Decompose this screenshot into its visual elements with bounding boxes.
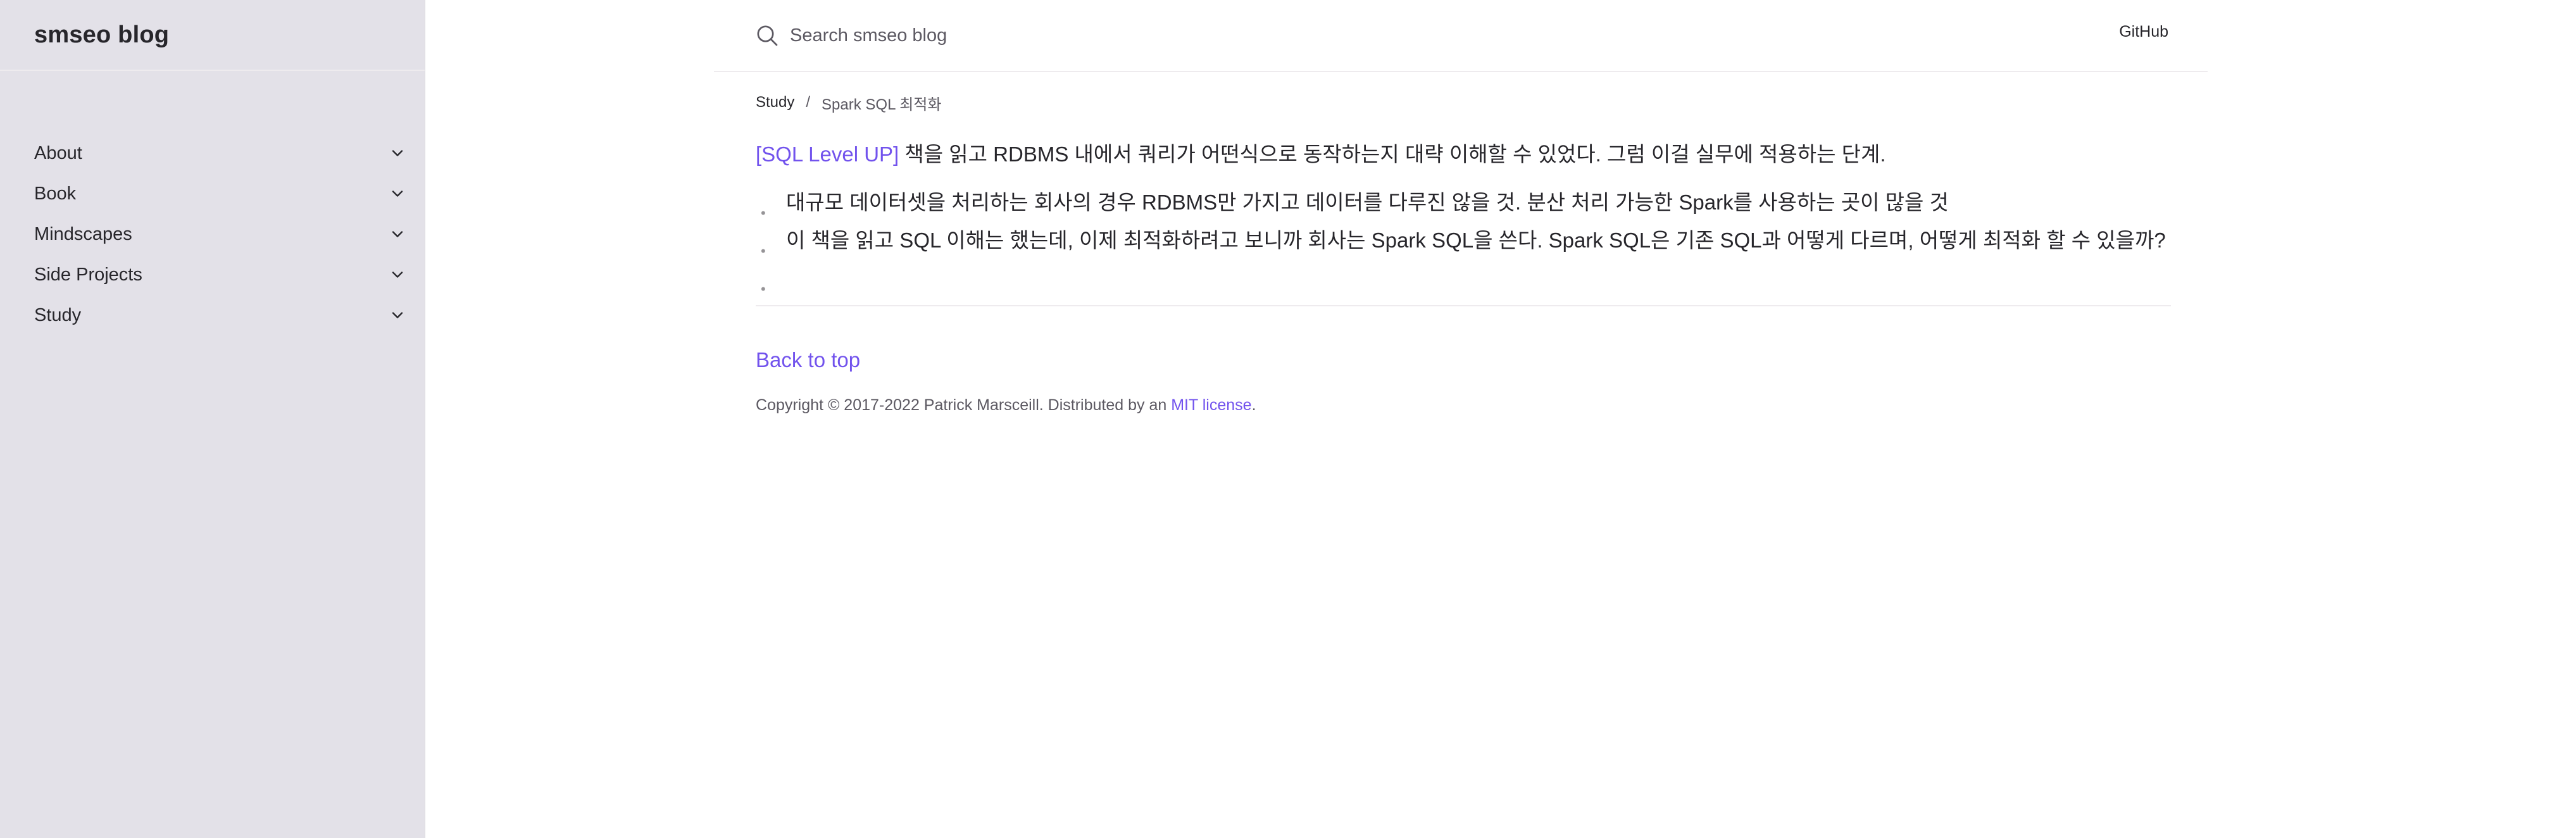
search-input[interactable]: [789, 24, 1358, 47]
list-item-text: 대규모 데이터셋을 처리하는 회사의 경우 RDBMS만 가지고 데이터를 다루…: [786, 191, 1949, 214]
nav-list: About Book Mindscapes Side Projects Stud…: [0, 133, 425, 335]
chevron-down-icon[interactable]: [380, 176, 415, 211]
site-title[interactable]: smseo blog: [34, 22, 169, 49]
sidebar: smseo blog About Book Mindscapes Side Pr…: [0, 0, 425, 838]
nav-item-label[interactable]: About: [34, 143, 82, 164]
nav-item-label[interactable]: Mindscapes: [34, 224, 132, 245]
search-icon: [754, 23, 780, 48]
list-item: • 이 책을 읽고 SQL 이해는 했는데, 이제 최적화하려고 보니까 회사는…: [756, 225, 2171, 263]
footer: Copyright © 2017-2022 Patrick Marsceill.…: [756, 396, 2171, 415]
github-link[interactable]: GitHub: [2119, 23, 2168, 41]
nav-item-side-projects[interactable]: Side Projects: [0, 254, 425, 295]
chevron-down-icon[interactable]: [380, 135, 415, 171]
list-item: • 대규모 데이터셋을 처리하는 회사의 경우 RDBMS만 가지고 데이터를 …: [756, 187, 2171, 225]
sql-level-up-link[interactable]: [SQL Level UP]: [756, 142, 899, 166]
site-header: smseo blog: [0, 0, 425, 71]
chevron-down-icon[interactable]: [380, 297, 415, 333]
bullet-list: • 대규모 데이터셋을 처리하는 회사의 경우 RDBMS만 가지고 데이터를 …: [756, 187, 2171, 301]
chevron-down-icon[interactable]: [380, 216, 415, 252]
main-content: Study / Spark SQL 최적화 [SQL Level UP] 책을 …: [756, 89, 2171, 415]
breadcrumb-separator: /: [806, 94, 811, 111]
footer-end: .: [1251, 396, 1256, 414]
breadcrumb-parent-link[interactable]: Study: [756, 94, 794, 111]
chevron-down-icon[interactable]: [380, 257, 415, 292]
bullet-marker: •: [761, 243, 766, 259]
mit-license-link[interactable]: MIT license: [1171, 396, 1251, 414]
nav-item-book[interactable]: Book: [0, 173, 425, 214]
search-bar[interactable]: [754, 18, 1514, 53]
nav-item-label[interactable]: Side Projects: [34, 265, 142, 285]
bullet-marker: •: [761, 281, 766, 297]
nav-item-label[interactable]: Book: [34, 184, 76, 204]
back-to-top-link[interactable]: Back to top: [756, 348, 860, 372]
nav-item-about[interactable]: About: [0, 133, 425, 173]
bullet-marker: •: [761, 205, 766, 221]
divider: [756, 305, 2171, 306]
main-header: GitHub: [714, 0, 2208, 72]
nav-item-study[interactable]: Study: [0, 295, 425, 335]
footer-text: Copyright © 2017-2022 Patrick Marsceill.…: [756, 396, 1172, 414]
breadcrumb: Study / Spark SQL 최적화: [756, 89, 2171, 116]
list-item-text: 이 책을 읽고 SQL 이해는 했는데, 이제 최적화하려고 보니까 회사는 S…: [786, 228, 2166, 252]
nav-item-label[interactable]: Study: [34, 305, 81, 326]
intro-paragraph: [SQL Level UP] 책을 읽고 RDBMS 내에서 쿼리가 어떤식으로…: [756, 139, 2171, 170]
intro-text: 책을 읽고 RDBMS 내에서 쿼리가 어떤식으로 동작하는지 대략 이해할 수…: [899, 142, 1886, 166]
list-item: •: [756, 263, 2171, 301]
breadcrumb-current: Spark SQL 최적화: [822, 96, 942, 113]
nav-item-mindscapes[interactable]: Mindscapes: [0, 214, 425, 254]
